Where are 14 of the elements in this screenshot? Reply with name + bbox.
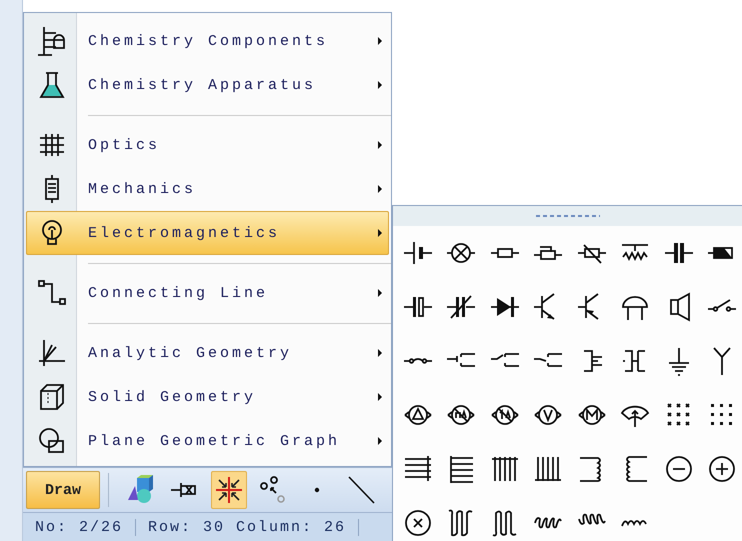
status-text: No: 2/26: [23, 518, 136, 536]
draw-tab[interactable]: Draw: [26, 471, 100, 510]
menu-item[interactable]: Chemistry Components: [26, 19, 389, 63]
menu-item[interactable]: Connecting Line: [26, 271, 389, 315]
menu-item[interactable]: Chemistry Apparatus: [26, 63, 389, 107]
axes-icon: [36, 337, 68, 369]
menu-item[interactable]: Analytic Geometry: [26, 331, 389, 375]
menu-item[interactable]: Solid Geometry: [26, 375, 389, 419]
menu-item[interactable]: Electromagnetics: [26, 211, 389, 255]
menu-item[interactable]: Plane Geometric Graph: [26, 419, 389, 463]
menu-item[interactable]: Optics: [26, 123, 389, 167]
status-text: Row: 30 Column: 26: [136, 518, 360, 536]
menu-item[interactable]: Mechanics: [26, 167, 389, 211]
support-stand-icon: [36, 25, 68, 57]
